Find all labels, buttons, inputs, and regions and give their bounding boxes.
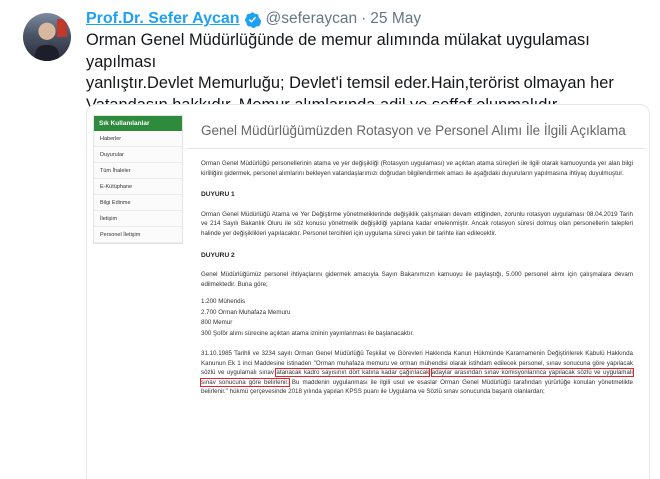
intro-paragraph: Orman Genel Müdürlüğü personellerinin at… xyxy=(201,160,633,177)
tweet-text-line: Orman Genel Müdürlüğünde de memur alımın… xyxy=(86,31,590,71)
highlighted-text: atanacak kadro sayısının dört katına kad… xyxy=(275,368,431,378)
duyuru-2-text: Genel Müdürlüğümüz personel ihtiyaçların… xyxy=(201,271,633,288)
tweet-date[interactable]: 25 May xyxy=(370,10,421,28)
tweet-header: Prof.Dr. Sefer Aycan @seferaycan · 25 Ma… xyxy=(86,9,421,29)
list-item: 2.700 Orman Muhafaza Memuru xyxy=(201,308,291,316)
duyuru-1-title: DUYURU 1 xyxy=(201,191,235,199)
list-item: 300 Şoför alımı sürecine açıktan atama i… xyxy=(201,329,414,337)
sidebar-item: İletişim xyxy=(94,211,182,227)
announcement: Genel Müdürlüğümüzden Rotasyon ve Person… xyxy=(187,115,645,397)
sidebar-item: Duyurular xyxy=(94,147,182,163)
announcement-body: Orman Genel Müdürlüğü personellerinin at… xyxy=(187,159,645,397)
author-name[interactable]: Prof.Dr. Sefer Aycan xyxy=(86,10,240,28)
verified-badge-icon xyxy=(244,11,261,28)
sidebar-title: Sık Kullanılanlar xyxy=(94,116,182,131)
duyuru-1-text: Orman Genel Müdürlüğü Atama ve Yer Değiş… xyxy=(201,210,633,237)
sidebar-item: Tüm İhaleler xyxy=(94,163,182,179)
final-paragraph: 31.10.1985 Tarihli ve 3234 sayılı Orman … xyxy=(200,349,634,396)
announcement-heading: Genel Müdürlüğümüzden Rotasyon ve Person… xyxy=(187,115,645,149)
tweet: Prof.Dr. Sefer Aycan @seferaycan · 25 Ma… xyxy=(0,0,660,479)
tweet-text-line: yanlıştır.Devlet Memurluğu; Devlet'i tem… xyxy=(86,74,614,92)
sidebar-item: Haberler xyxy=(94,131,182,147)
duyuru-2-title: DUYURU 2 xyxy=(201,251,235,259)
flag-icon xyxy=(57,19,67,37)
sidebar: Sık Kullanılanlar Haberler Duyurular Tüm… xyxy=(93,115,183,244)
sidebar-item: E-Kütüphane xyxy=(94,179,182,195)
author-avatar[interactable] xyxy=(23,13,71,61)
sidebar-item: Bilgi Edinme xyxy=(94,195,182,211)
staff-list: 1.200 Mühendis 2.700 Orman Muhafaza Memu… xyxy=(201,297,633,339)
separator: · xyxy=(361,10,367,27)
author-handle[interactable]: @seferaycan xyxy=(266,10,358,28)
list-item: 800 Memur xyxy=(201,319,233,327)
sidebar-item: Personel İletişim xyxy=(94,227,182,243)
list-item: 1.200 Mühendis xyxy=(201,298,246,306)
attached-screenshot[interactable]: Sık Kullanılanlar Haberler Duyurular Tüm… xyxy=(86,104,650,479)
